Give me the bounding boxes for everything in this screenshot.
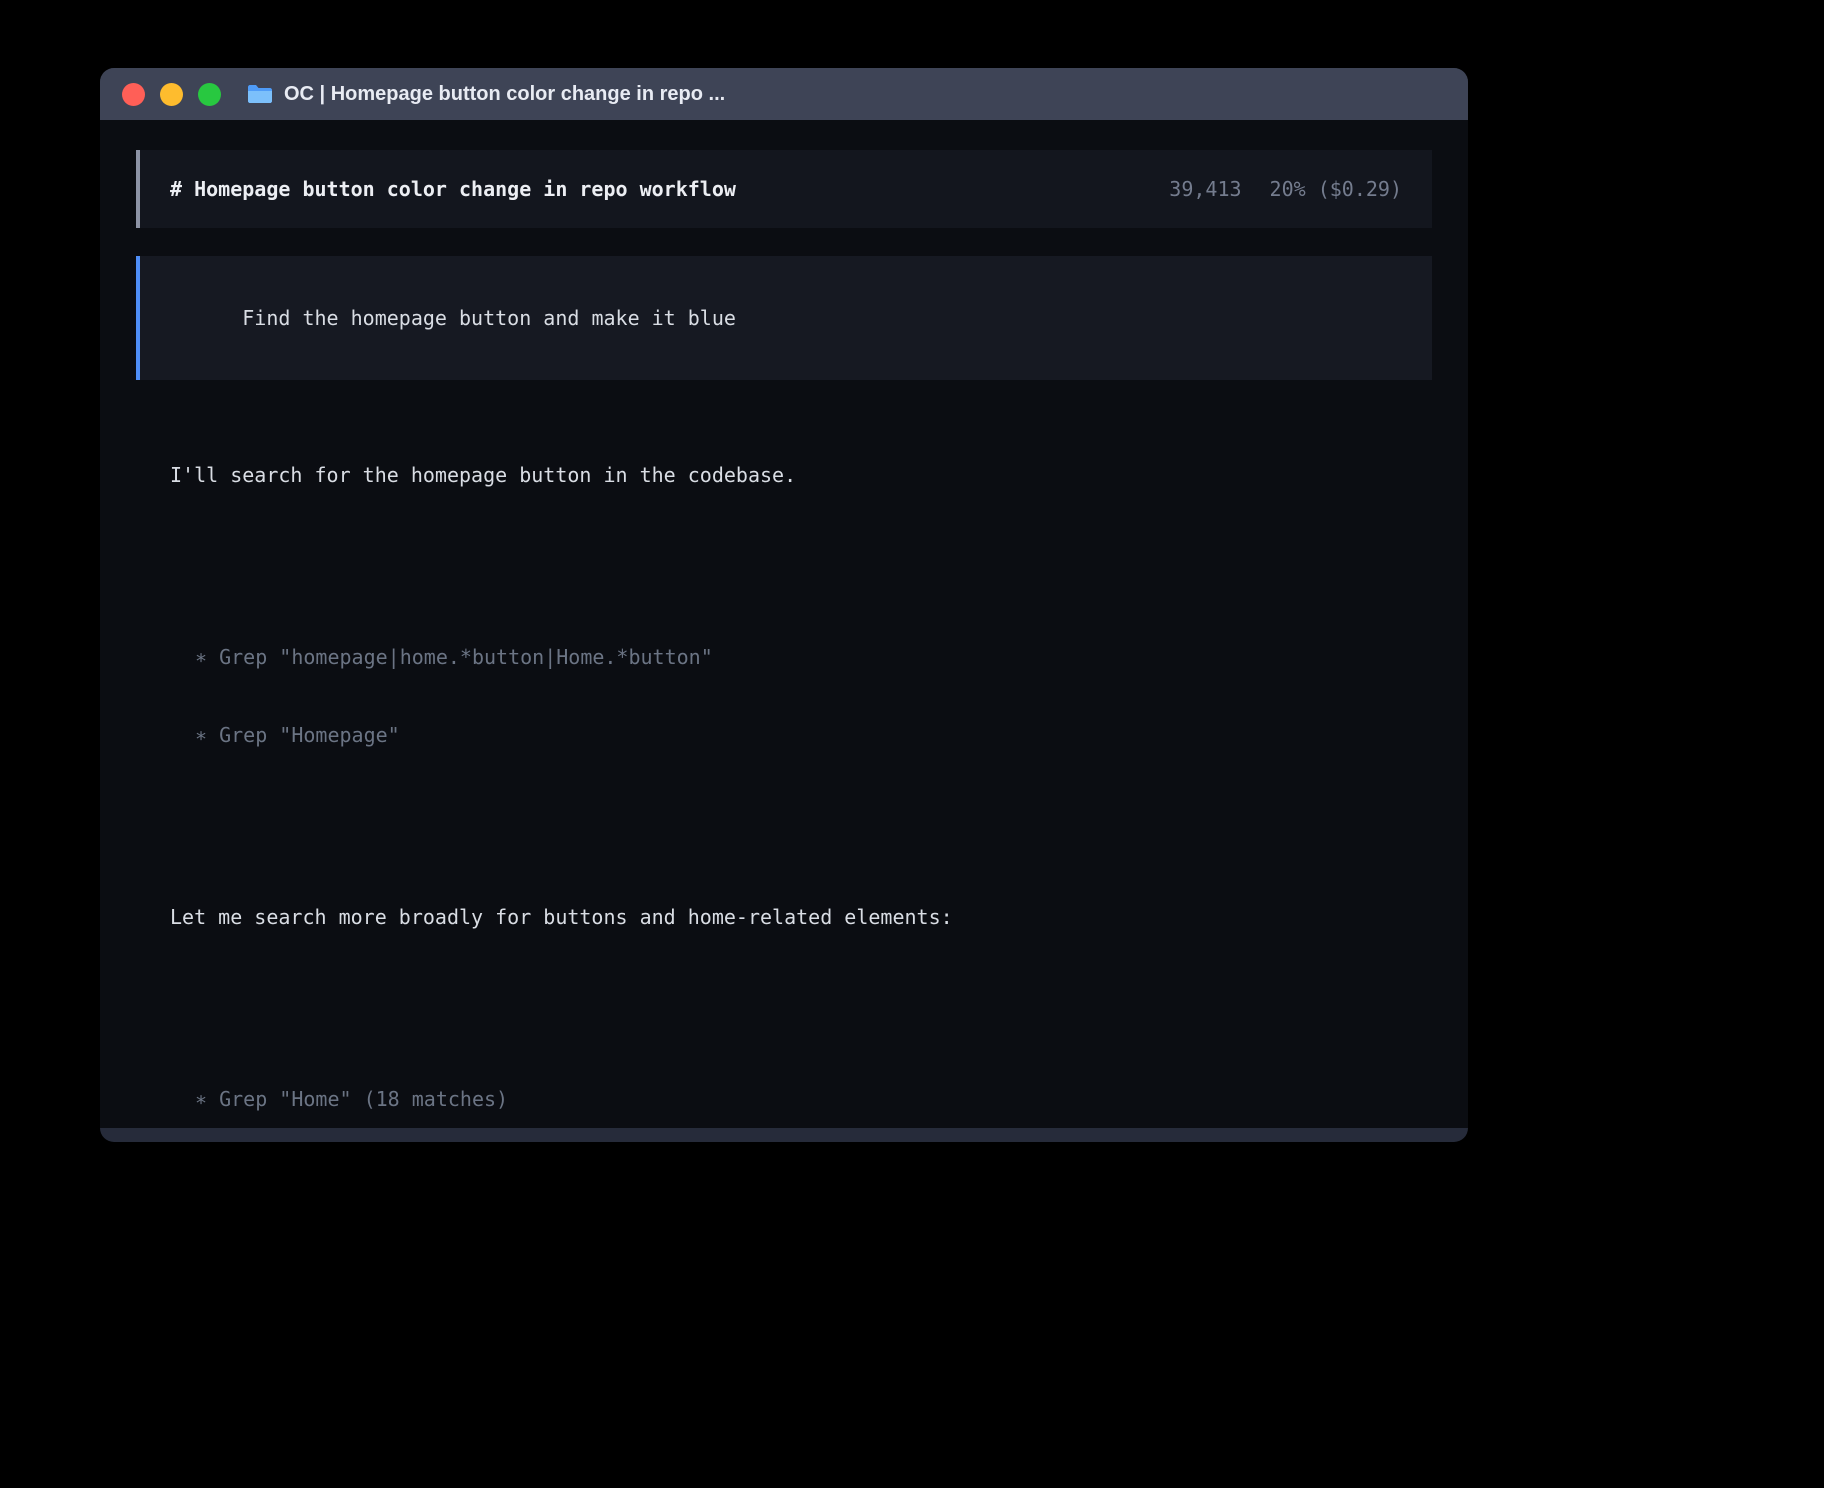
user-message: Find the homepage button and make it blu… [136, 256, 1432, 380]
token-count: 39,413 [1169, 176, 1241, 202]
tool-call-grep: ∗ Grep "Homepage" [170, 722, 1432, 748]
folder-icon [247, 83, 273, 105]
zoom-button[interactable] [198, 83, 221, 106]
terminal-content: # Homepage button color change in repo w… [100, 120, 1468, 1128]
window-title: OC | Homepage button color change in rep… [284, 83, 725, 106]
window-controls [122, 83, 221, 106]
assistant-response: I'll search for the homepage button in t… [136, 410, 1432, 1128]
user-message-text: Find the homepage button and make it blu… [242, 306, 736, 330]
titlebar[interactable]: OC | Homepage button color change in rep… [100, 68, 1468, 120]
session-header: # Homepage button color change in repo w… [136, 150, 1432, 228]
tool-call-group: ∗ Grep "homepage|home.*button|Home.*butt… [170, 592, 1432, 800]
close-button[interactable] [122, 83, 145, 106]
session-title: # Homepage button color change in repo w… [170, 176, 736, 202]
assistant-text: I'll search for the homepage button in t… [170, 462, 1375, 488]
terminal-window: OC | Homepage button color change in rep… [100, 68, 1468, 1142]
tool-call-grep: ∗ Grep "homepage|home.*button|Home.*butt… [170, 644, 1432, 670]
tool-call-grep: ∗ Grep "Home" (18 matches) [170, 1086, 1432, 1112]
session-meta: 39,413 20% ($0.29) [1169, 176, 1402, 202]
assistant-text: Let me search more broadly for buttons a… [170, 904, 1375, 930]
context-usage: 20% ($0.29) [1270, 176, 1402, 202]
tool-call-group: ∗ Grep "Home" (18 matches) ∗ Glob "**/*.… [170, 1034, 1432, 1128]
window-title-group: OC | Homepage button color change in rep… [247, 83, 725, 106]
minimize-button[interactable] [160, 83, 183, 106]
